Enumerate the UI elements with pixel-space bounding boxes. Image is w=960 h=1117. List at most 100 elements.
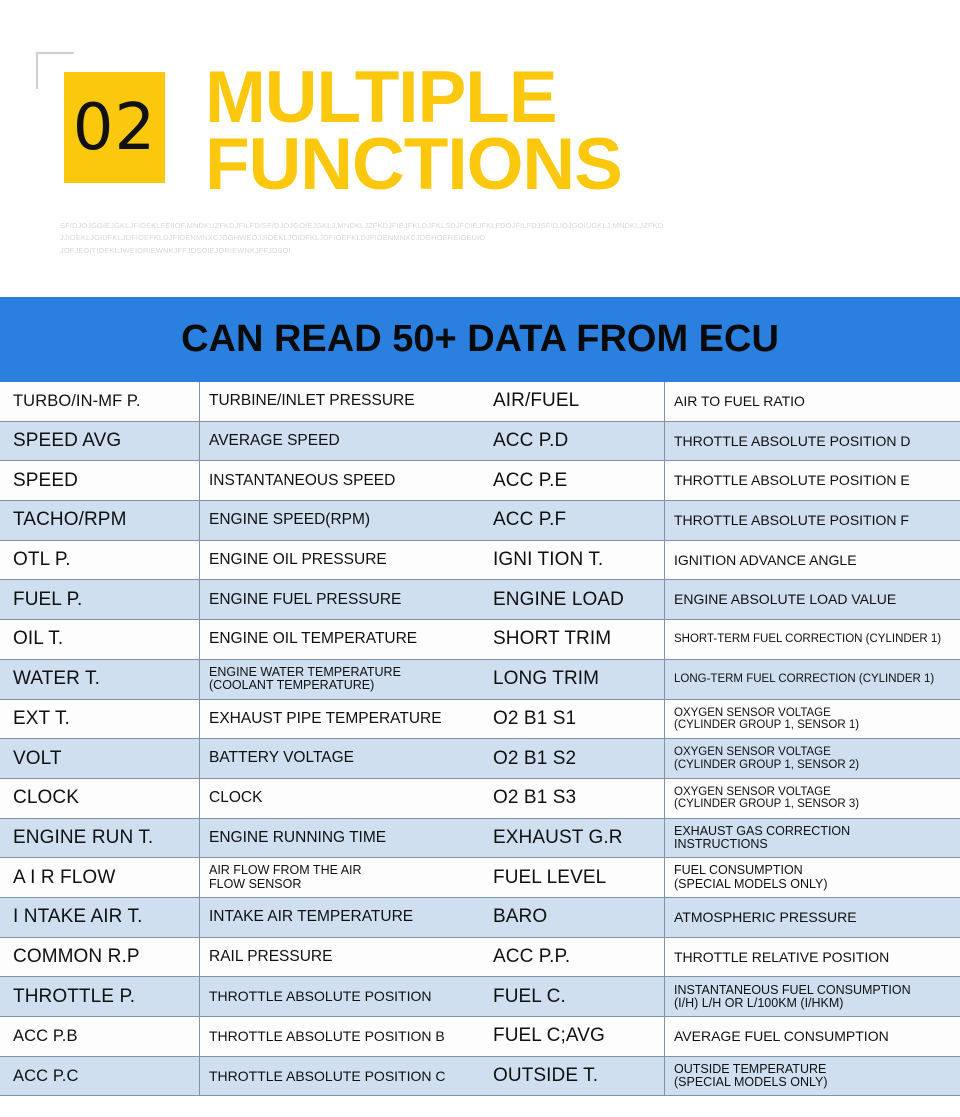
description-line: THROTTLE RELATIVE POSITION [674, 948, 890, 965]
table-cell-description: EXHAUST PIPE TEMPERATURE [200, 700, 480, 739]
table-row: VOLT BATTERY VOLTAGE [0, 739, 480, 779]
table-row: CLOCK CLOCK [0, 778, 480, 819]
description-line: ATMOSPHERIC PRESSURE [674, 908, 857, 925]
parameter-label: EXT T. [13, 707, 70, 729]
table-row: ACC P.C THROTTLE ABSOLUTE POSITION C [0, 1056, 480, 1097]
ecu-table-right-column: AIR/FUEL AIR TO FUEL RATIO ACC P.D THROTTLE… [480, 382, 960, 1097]
description-line: LONG-TERM FUEL CORRECTION (CYLINDER 1) [674, 673, 935, 686]
table-row: ACC P.P. THROTTLE RELATIVE POSITION [480, 937, 960, 978]
description-line: OXYGEN SENSOR VOLTAGE [674, 746, 831, 759]
description-line: IGNITION ADVANCE ANGLE [674, 551, 857, 568]
parameter-label: SHORT TRIM [493, 628, 612, 650]
parameter-label: LONG TRIM [493, 668, 600, 690]
parameter-label: TURBO/IN-MF P. [13, 391, 141, 410]
table-cell-parameter: OUTSIDE T. [480, 1056, 665, 1096]
description-line: (CYLINDER GROUP 1, SENSOR 3) [674, 798, 860, 811]
table-cell-description: THROTTLE RELATIVE POSITION [665, 938, 960, 977]
description-line: THROTTLE ABSOLUTE POSITION [209, 988, 432, 1005]
page-title: MULTIPLE FUNCTIONS [205, 61, 905, 201]
table-row: TURBO/IN-MF P. TURBINE/INLET PRESSURE [0, 382, 480, 422]
table-cell-description: AIR FLOW FROM THE AIR FLOW SENSOR [200, 858, 480, 897]
table-cell-parameter: ENGINE LOAD [480, 580, 665, 620]
table-cell-description: ENGINE WATER TEMPERATURE (COOLANT TEMPERA… [200, 660, 480, 699]
table-cell-parameter: EXT T. [0, 699, 200, 739]
parameter-label: ACC P.C [13, 1066, 79, 1085]
description-line: THROTTLE ABSOLUTE POSITION D [674, 432, 911, 449]
parameter-label: OUTSIDE T. [493, 1065, 599, 1087]
table-cell-description: OUTSIDE TEMPERATURE (SPECIAL MODELS ONLY) [665, 1057, 960, 1096]
ecu-data-table: TURBO/IN-MF P. TURBINE/INLET PRESSURE SPEE… [0, 382, 960, 1097]
description-line: INTAKE AIR TEMPERATURE [209, 908, 414, 926]
table-cell-description: INSTANTANEOUS FUEL CONSUMPTION (I/H) L/H … [665, 977, 960, 1016]
description-line: FLOW SENSOR [209, 876, 302, 891]
table-row: FUEL LEVEL FUEL CONSUMPTION (SPECIAL MODEL… [480, 858, 960, 898]
table-cell-description: AVERAGE FUEL CONSUMPTION [665, 1017, 960, 1056]
description-line: FUEL CONSUMPTION [674, 863, 803, 878]
description-line: ENGINE OIL TEMPERATURE [209, 630, 418, 648]
description-line: AVERAGE SPEED [209, 431, 340, 449]
table-cell-parameter: OTL P. [0, 540, 200, 580]
description-line: OXYGEN SENSOR VOLTAGE [674, 786, 831, 799]
description-line: (CYLINDER GROUP 1, SENSOR 2) [674, 758, 860, 771]
table-cell-description: SHORT-TERM FUEL CORRECTION (CYLINDER 1) [665, 620, 960, 659]
parameter-label: WATER T. [13, 668, 101, 690]
table-cell-parameter: ACC P.F [480, 501, 665, 540]
description-line: ENGINE ABSOLUTE LOAD VALUE [674, 591, 897, 608]
filler-text-block: SF/DJOJGGIEJGKLJFIOEKLFEIIOF,MNDKUZFKDJF… [60, 220, 780, 257]
table-cell-description: OXYGEN SENSOR VOLTAGE (CYLINDER GROUP 1, … [665, 779, 960, 818]
table-row: EXT T. EXHAUST PIPE TEMPERATURE [0, 699, 480, 740]
table-cell-description: ENGINE SPEED(RPM) [200, 501, 480, 540]
table-cell-description: THROTTLE ABSOLUTE POSITION F [665, 501, 960, 540]
table-cell-description: RAIL PRESSURE [200, 938, 480, 977]
parameter-label: COMMON R.P [13, 945, 140, 967]
table-cell-parameter: ACC P.C [0, 1056, 200, 1096]
table-cell-description: THROTTLE ABSOLUTE POSITION B [200, 1017, 480, 1056]
parameter-label: AIR/FUEL [493, 390, 580, 412]
parameter-label: ENGINE RUN T. [13, 826, 154, 848]
table-cell-description: ENGINE ABSOLUTE LOAD VALUE [665, 580, 960, 619]
parameter-label: SPEED AVG [13, 430, 122, 452]
table-cell-parameter: WATER T. [0, 659, 200, 699]
table-cell-parameter: SHORT TRIM [480, 620, 665, 659]
table-row: O2 B1 S2 OXYGEN SENSOR VOLTAGE (CYLINDER G… [480, 739, 960, 779]
table-row: SPEED INSTANTANEOUS SPEED [0, 461, 480, 502]
table-cell-description: IGNITION ADVANCE ANGLE [665, 541, 960, 580]
description-line: SHORT-TERM FUEL CORRECTION (CYLINDER 1) [674, 633, 942, 646]
table-row: SHORT TRIM SHORT-TERM FUEL CORRECTION (CY… [480, 620, 960, 660]
table-cell-description: EXHAUST GAS CORRECTION INSTRUCTIONS [665, 819, 960, 858]
parameter-label: I NTAKE AIR T. [13, 906, 143, 928]
parameter-label: FUEL C;AVG [493, 1025, 605, 1047]
table-row: OUTSIDE T. OUTSIDE TEMPERATURE (SPECIAL MO… [480, 1056, 960, 1097]
parameter-label: ACC P.D [493, 430, 569, 452]
table-row: I NTAKE AIR T. INTAKE AIR TEMPERATURE [0, 897, 480, 938]
description-line: INSTANTANEOUS FUEL CONSUMPTION [674, 982, 911, 997]
section-banner: CAN READ 50+ DATA FROM ECU [0, 297, 960, 382]
table-cell-description: OXYGEN SENSOR VOLTAGE (CYLINDER GROUP 1, … [665, 739, 960, 778]
parameter-label: A I R FLOW [13, 866, 116, 888]
table-cell-description: THROTTLE ABSOLUTE POSITION C [200, 1057, 480, 1096]
table-cell-parameter: SPEED [0, 461, 200, 501]
table-cell-parameter: FUEL LEVEL [480, 858, 665, 897]
table-row: TACHO/RPM ENGINE SPEED(RPM) [0, 501, 480, 541]
table-cell-parameter: CLOCK [0, 778, 200, 818]
table-cell-parameter: ACC P.E [480, 461, 665, 501]
table-row: AIR/FUEL AIR TO FUEL RATIO [480, 382, 960, 422]
parameter-label: O2 B1 S2 [493, 747, 577, 769]
section-number-badge: 02 [64, 72, 165, 183]
table-row: FUEL C. INSTANTANEOUS FUEL CONSUMPTION (I/… [480, 977, 960, 1017]
filler-text-line: JOFJEOITIOEKLJWEIORIEWNKJFFJDSOIEJORIEWN… [60, 245, 291, 255]
table-cell-parameter: IGNI TION T. [480, 540, 665, 580]
table-row: THROTTLE P. THROTTLE ABSOLUTE POSITION [0, 977, 480, 1017]
table-cell-parameter: THROTTLE P. [0, 977, 200, 1016]
table-cell-description: CLOCK [200, 779, 480, 818]
parameter-label: VOLT [13, 747, 62, 769]
parameter-label: IGNI TION T. [493, 549, 604, 571]
ecu-table-left-column: TURBO/IN-MF P. TURBINE/INLET PRESSURE SPEE… [0, 382, 480, 1097]
description-line: (I/H) L/H OR L/100KM (I/HKM) [674, 995, 844, 1010]
description-line: ENGINE FUEL PRESSURE [209, 590, 402, 608]
table-cell-parameter: ACC P.P. [480, 937, 665, 977]
description-line: (CYLINDER GROUP 1, SENSOR 1) [674, 718, 860, 731]
description-line: AIR TO FUEL RATIO [674, 393, 805, 409]
section-number-label: 02 [72, 90, 157, 165]
table-cell-parameter: A I R FLOW [0, 858, 200, 897]
